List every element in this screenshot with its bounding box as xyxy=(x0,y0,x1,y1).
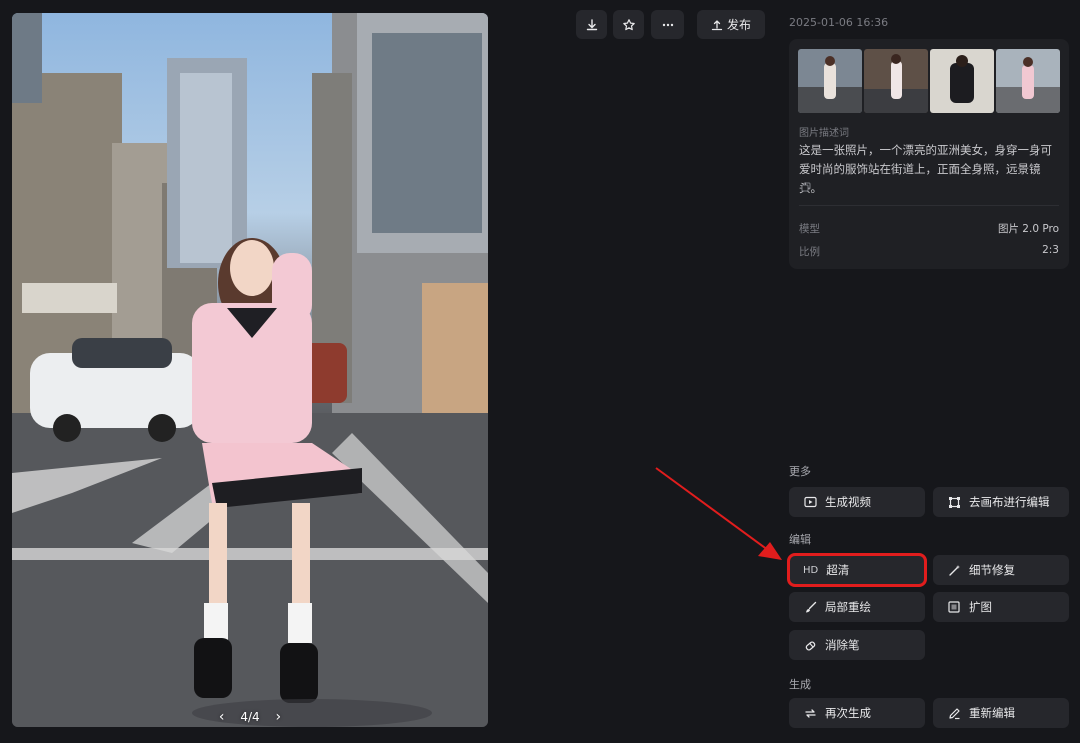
star-icon xyxy=(622,18,635,30)
chevron-left-icon[interactable]: ‹ xyxy=(219,709,225,725)
thumbnail-image xyxy=(864,49,928,113)
description-label: 图片描述词 xyxy=(799,128,849,139)
ratio-value: 2:3 xyxy=(1042,244,1059,256)
thumbnail[interactable] xyxy=(864,49,928,113)
generate-video-label: 生成视频 xyxy=(825,495,871,509)
detail-fix-button[interactable]: 细节修复 xyxy=(933,555,1069,585)
inpaint-button[interactable]: 局部重绘 xyxy=(789,592,925,622)
more-horizontal-icon xyxy=(662,23,673,26)
divider xyxy=(799,205,1059,206)
publish-label: 发布 xyxy=(726,18,751,32)
thumbnail[interactable] xyxy=(798,49,862,113)
ratio-label: 比例 xyxy=(799,246,820,258)
pencil-icon xyxy=(947,706,961,720)
model-label: 模型 xyxy=(799,223,820,235)
description-text: 这是一张照片，一个漂亮的亚洲美女，身穿一身可爱时尚的服饰站在街道上，正面全身照，… xyxy=(799,143,1052,195)
reedit-button[interactable]: 重新编辑 xyxy=(933,698,1069,728)
image-pager: ‹ 4/4 › xyxy=(12,709,488,725)
regenerate-label: 再次生成 xyxy=(825,706,871,720)
eraser-icon xyxy=(803,638,817,652)
section-more-title: 更多 xyxy=(789,465,811,478)
upscale-label: 超清 xyxy=(826,563,850,577)
download-button[interactable] xyxy=(576,10,607,39)
outpaint-button[interactable]: 扩图 xyxy=(933,592,1069,622)
eraser-button[interactable]: 消除笔 xyxy=(789,630,925,660)
video-icon xyxy=(803,495,817,509)
upload-icon xyxy=(711,19,723,30)
pager-count: 4/4 xyxy=(240,710,260,724)
refresh-icon xyxy=(803,706,817,720)
canvas-edit-label: 去画布进行编辑 xyxy=(969,495,1050,509)
magic-wand-icon xyxy=(947,563,961,577)
thumbnail-image xyxy=(996,49,1060,113)
publish-button[interactable]: 发布 xyxy=(697,10,765,39)
thumbnail-strip xyxy=(798,49,1060,113)
detail-fix-label: 细节修复 xyxy=(969,563,1015,577)
download-icon xyxy=(586,18,597,30)
thumbnail-image xyxy=(930,49,994,113)
copy-icon[interactable] xyxy=(801,182,811,192)
thumbnail[interactable] xyxy=(996,49,1060,113)
regenerate-button[interactable]: 再次生成 xyxy=(789,698,925,728)
eraser-label: 消除笔 xyxy=(825,638,860,652)
street-photo-illustration xyxy=(12,13,488,727)
thumbnail[interactable] xyxy=(930,49,994,113)
upscale-button[interactable]: HD 超清 xyxy=(787,553,927,587)
brush-icon xyxy=(803,600,817,614)
inpaint-label: 局部重绘 xyxy=(825,600,871,614)
reedit-label: 重新编辑 xyxy=(969,706,1015,720)
main-image[interactable]: ‹ 4/4 › xyxy=(12,13,488,727)
chevron-right-icon[interactable]: › xyxy=(275,709,281,725)
hd-icon: HD xyxy=(803,564,819,576)
outpaint-label: 扩图 xyxy=(969,600,992,614)
expand-icon xyxy=(947,600,961,614)
section-edit-title: 编辑 xyxy=(789,533,811,546)
image-info-card: 图片描述词 这是一张照片，一个漂亮的亚洲美女，身穿一身可爱时尚的服饰站在街道上，… xyxy=(789,39,1069,269)
canvas-icon xyxy=(947,495,961,509)
favorite-button[interactable] xyxy=(613,10,644,39)
generate-video-button[interactable]: 生成视频 xyxy=(789,487,925,517)
thumbnail-image xyxy=(798,49,862,113)
more-button[interactable] xyxy=(651,10,684,39)
model-value: 图片 2.0 Pro xyxy=(997,223,1059,235)
timestamp: 2025-01-06 16:36 xyxy=(789,16,889,29)
canvas-edit-button[interactable]: 去画布进行编辑 xyxy=(933,487,1069,517)
section-generate-title: 生成 xyxy=(789,678,811,691)
annotation-arrow-icon xyxy=(655,467,782,560)
